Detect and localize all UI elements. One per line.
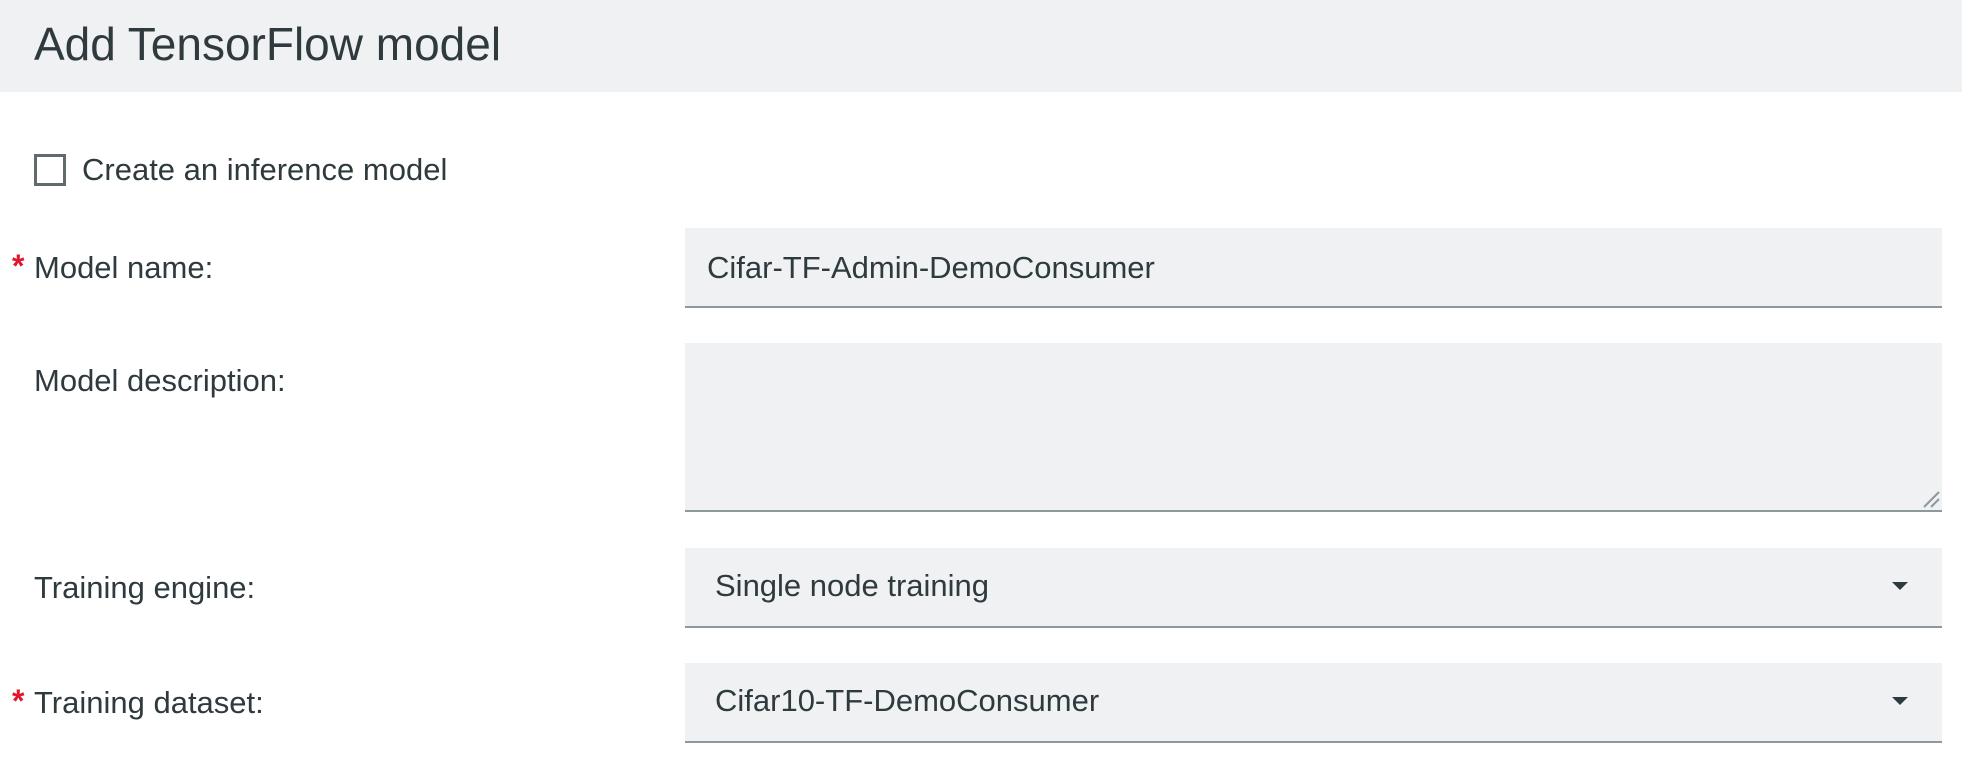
resize-grip-icon[interactable] <box>1920 488 1940 508</box>
training-engine-row: Training engine: Single node training <box>0 548 1962 628</box>
training-engine-selected-value: Single node training <box>715 568 990 603</box>
chevron-down-icon[interactable] <box>1892 697 1908 705</box>
training-dataset-row: * Training dataset: Cifar10-TF-DemoConsu… <box>0 663 1962 743</box>
training-engine-label: Training engine: <box>34 570 256 605</box>
model-name-label: Model name: <box>34 250 214 285</box>
model-description-label: Model description: <box>34 363 286 398</box>
training-dataset-selected-value: Cifar10-TF-DemoConsumer <box>715 683 1100 718</box>
model-description-textarea[interactable] <box>685 343 1942 512</box>
required-marker: * <box>12 248 25 284</box>
model-description-row: Model description: <box>0 343 1962 512</box>
page-title: Add TensorFlow model <box>34 18 502 70</box>
required-marker: * <box>12 683 25 719</box>
inference-model-checkbox[interactable] <box>34 154 66 186</box>
training-engine-select[interactable]: Single node training <box>685 548 1942 628</box>
inference-model-option[interactable]: Create an inference model <box>34 150 447 190</box>
training-dataset-select[interactable]: Cifar10-TF-DemoConsumer <box>685 663 1942 743</box>
model-name-row: * Model name: Cifar-TF-Admin-DemoConsume… <box>0 228 1962 308</box>
model-name-input[interactable]: Cifar-TF-Admin-DemoConsumer <box>685 228 1942 308</box>
training-dataset-label: Training dataset: <box>34 685 264 720</box>
model-name-value: Cifar-TF-Admin-DemoConsumer <box>707 250 1155 285</box>
chevron-down-icon[interactable] <box>1892 582 1908 590</box>
page-header: Add TensorFlow model <box>0 0 1962 92</box>
inference-model-checkbox-label[interactable]: Create an inference model <box>82 152 447 188</box>
